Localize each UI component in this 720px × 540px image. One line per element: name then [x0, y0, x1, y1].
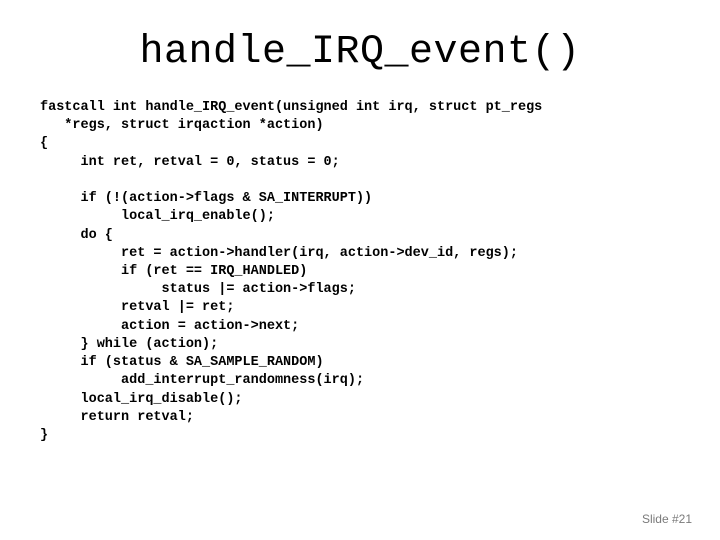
slide: handle_IRQ_event() fastcall int handle_I…: [0, 0, 720, 540]
slide-title: handle_IRQ_event(): [40, 30, 680, 75]
code-block: fastcall int handle_IRQ_event(unsigned i…: [40, 99, 680, 445]
slide-number: Slide #21: [642, 512, 692, 526]
